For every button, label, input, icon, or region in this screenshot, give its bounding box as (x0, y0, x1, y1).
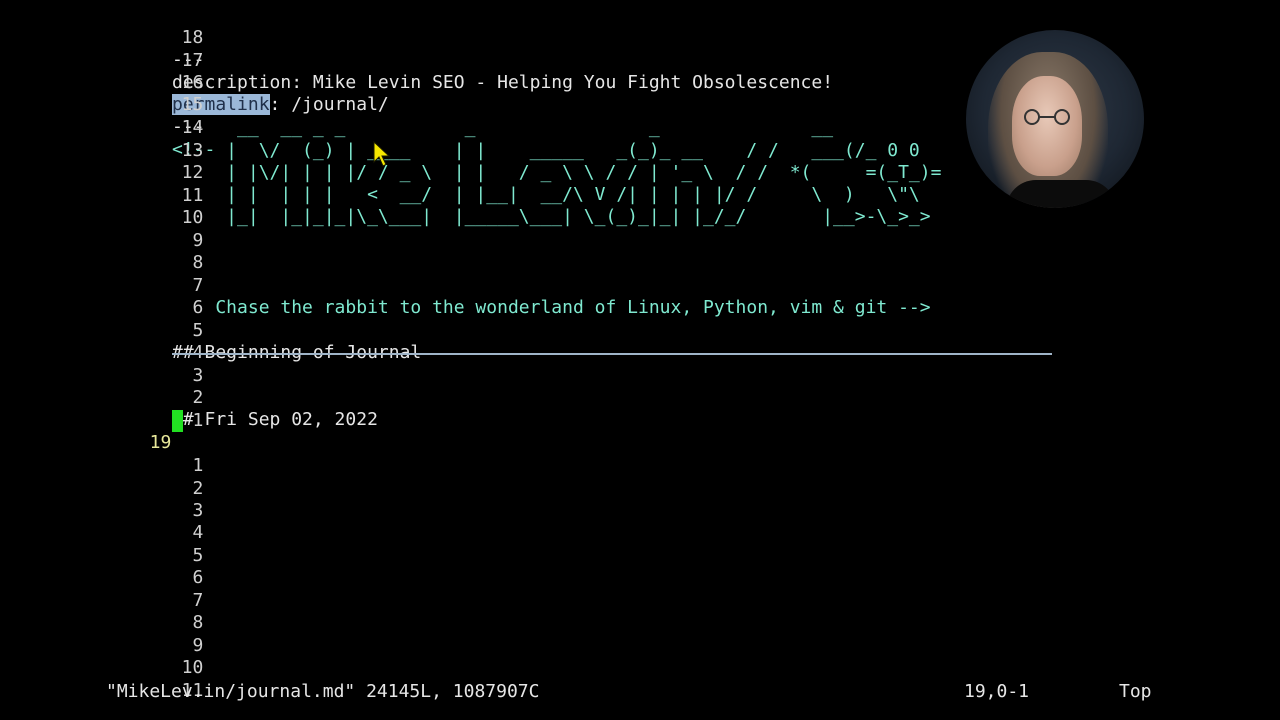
line-number: 18 (181, 27, 204, 48)
editor-line[interactable]: 10 (0, 635, 204, 678)
editor-line[interactable]: 8 (0, 230, 204, 273)
editor-line[interactable]: 1 (0, 388, 204, 431)
editor-line[interactable]: 18 --- (0, 5, 205, 70)
editor-line[interactable]: 7 (0, 568, 204, 611)
line-number: 1 (192, 455, 204, 476)
line-text[interactable]: description: Mike Levin SEO - Helping Yo… (172, 72, 833, 94)
editor-line[interactable]: 9 (0, 208, 204, 251)
mouse-pointer-icon (373, 141, 391, 167)
line-number: 7 (192, 275, 204, 296)
text-cursor[interactable] (172, 410, 183, 432)
editor-line[interactable]: 10 (0, 185, 204, 228)
current-line-number: 19 (149, 432, 172, 453)
line-number: 3 (192, 500, 204, 521)
glasses-icon (1024, 109, 1070, 125)
line-number: 5 (192, 320, 204, 341)
editor-line[interactable]: 16 permalink: /journal/ (0, 50, 389, 115)
editor-line[interactable]: 5 ## Beginning of Journal (0, 298, 421, 363)
editor-line[interactable]: 2 (0, 456, 204, 499)
webcam-overlay (966, 30, 1144, 208)
line-number: 2 (192, 478, 204, 499)
line-number: 6 (192, 297, 204, 318)
scroll-position: Top (1119, 681, 1152, 702)
editor-line[interactable]: 12 (0, 140, 204, 183)
editor-line[interactable]: 13 (0, 118, 204, 161)
file-info-message: "MikeLev.in/journal.md" 24145L, 1087907C (106, 681, 540, 702)
editor-line[interactable]: 3 (0, 343, 204, 386)
line-number: 3 (192, 365, 204, 386)
tagline-text[interactable]: Chase the rabbit to the wonderland of Li… (172, 297, 930, 319)
line-number: 2 (192, 387, 204, 408)
line-number: 9 (192, 635, 204, 656)
editor-line[interactable]: 15 --- (0, 72, 205, 137)
webcam-shirt (1006, 180, 1116, 208)
editor-line[interactable]: 5 (0, 523, 204, 566)
editor-line[interactable]: 8 (0, 590, 204, 633)
line-number: 9 (192, 230, 204, 251)
horizontal-rule (172, 353, 1052, 355)
ascii-art-banner: /) __ __ _ _ _ _ __ /)\_ _// | \/ (_) | … (226, 117, 942, 228)
editor-line[interactable]: 4 (0, 320, 204, 363)
line-number: 17 (181, 50, 204, 71)
current-line[interactable]: 19 (0, 410, 172, 453)
editor-line[interactable]: 7 Chase the rabbit to the wonderland of … (0, 253, 931, 318)
vim-editor[interactable]: 18 --- 17 description: Mike Levin SEO - … (0, 0, 1280, 720)
line-number: 7 (192, 590, 204, 611)
line-number: 8 (192, 612, 204, 633)
line-number: 10 (181, 657, 204, 678)
line-number: 6 (192, 567, 204, 588)
editor-line[interactable]: 9 (0, 613, 204, 656)
editor-line[interactable]: 6 (0, 545, 204, 588)
line-number: 5 (192, 545, 204, 566)
editor-line[interactable]: 3 (0, 478, 204, 521)
editor-line[interactable]: 2 ## Fri Sep 02, 2022 (0, 365, 378, 430)
editor-line[interactable]: 4 (0, 500, 204, 543)
line-number: 8 (192, 252, 204, 273)
editor-line[interactable]: 11 (0, 163, 204, 206)
editor-line[interactable]: 11 (0, 658, 204, 701)
cursor-position: 19,0-1 (964, 681, 1030, 702)
editor-line[interactable]: 17 description: Mike Levin SEO - Helping… (0, 28, 833, 93)
editor-line[interactable]: 1 (0, 433, 204, 476)
line-number: 4 (192, 522, 204, 543)
editor-line[interactable]: 6 (0, 275, 204, 318)
editor-line[interactable]: 14 <!-- (0, 95, 215, 160)
line-number: 16 (181, 72, 204, 93)
webcam-face (1012, 76, 1082, 176)
